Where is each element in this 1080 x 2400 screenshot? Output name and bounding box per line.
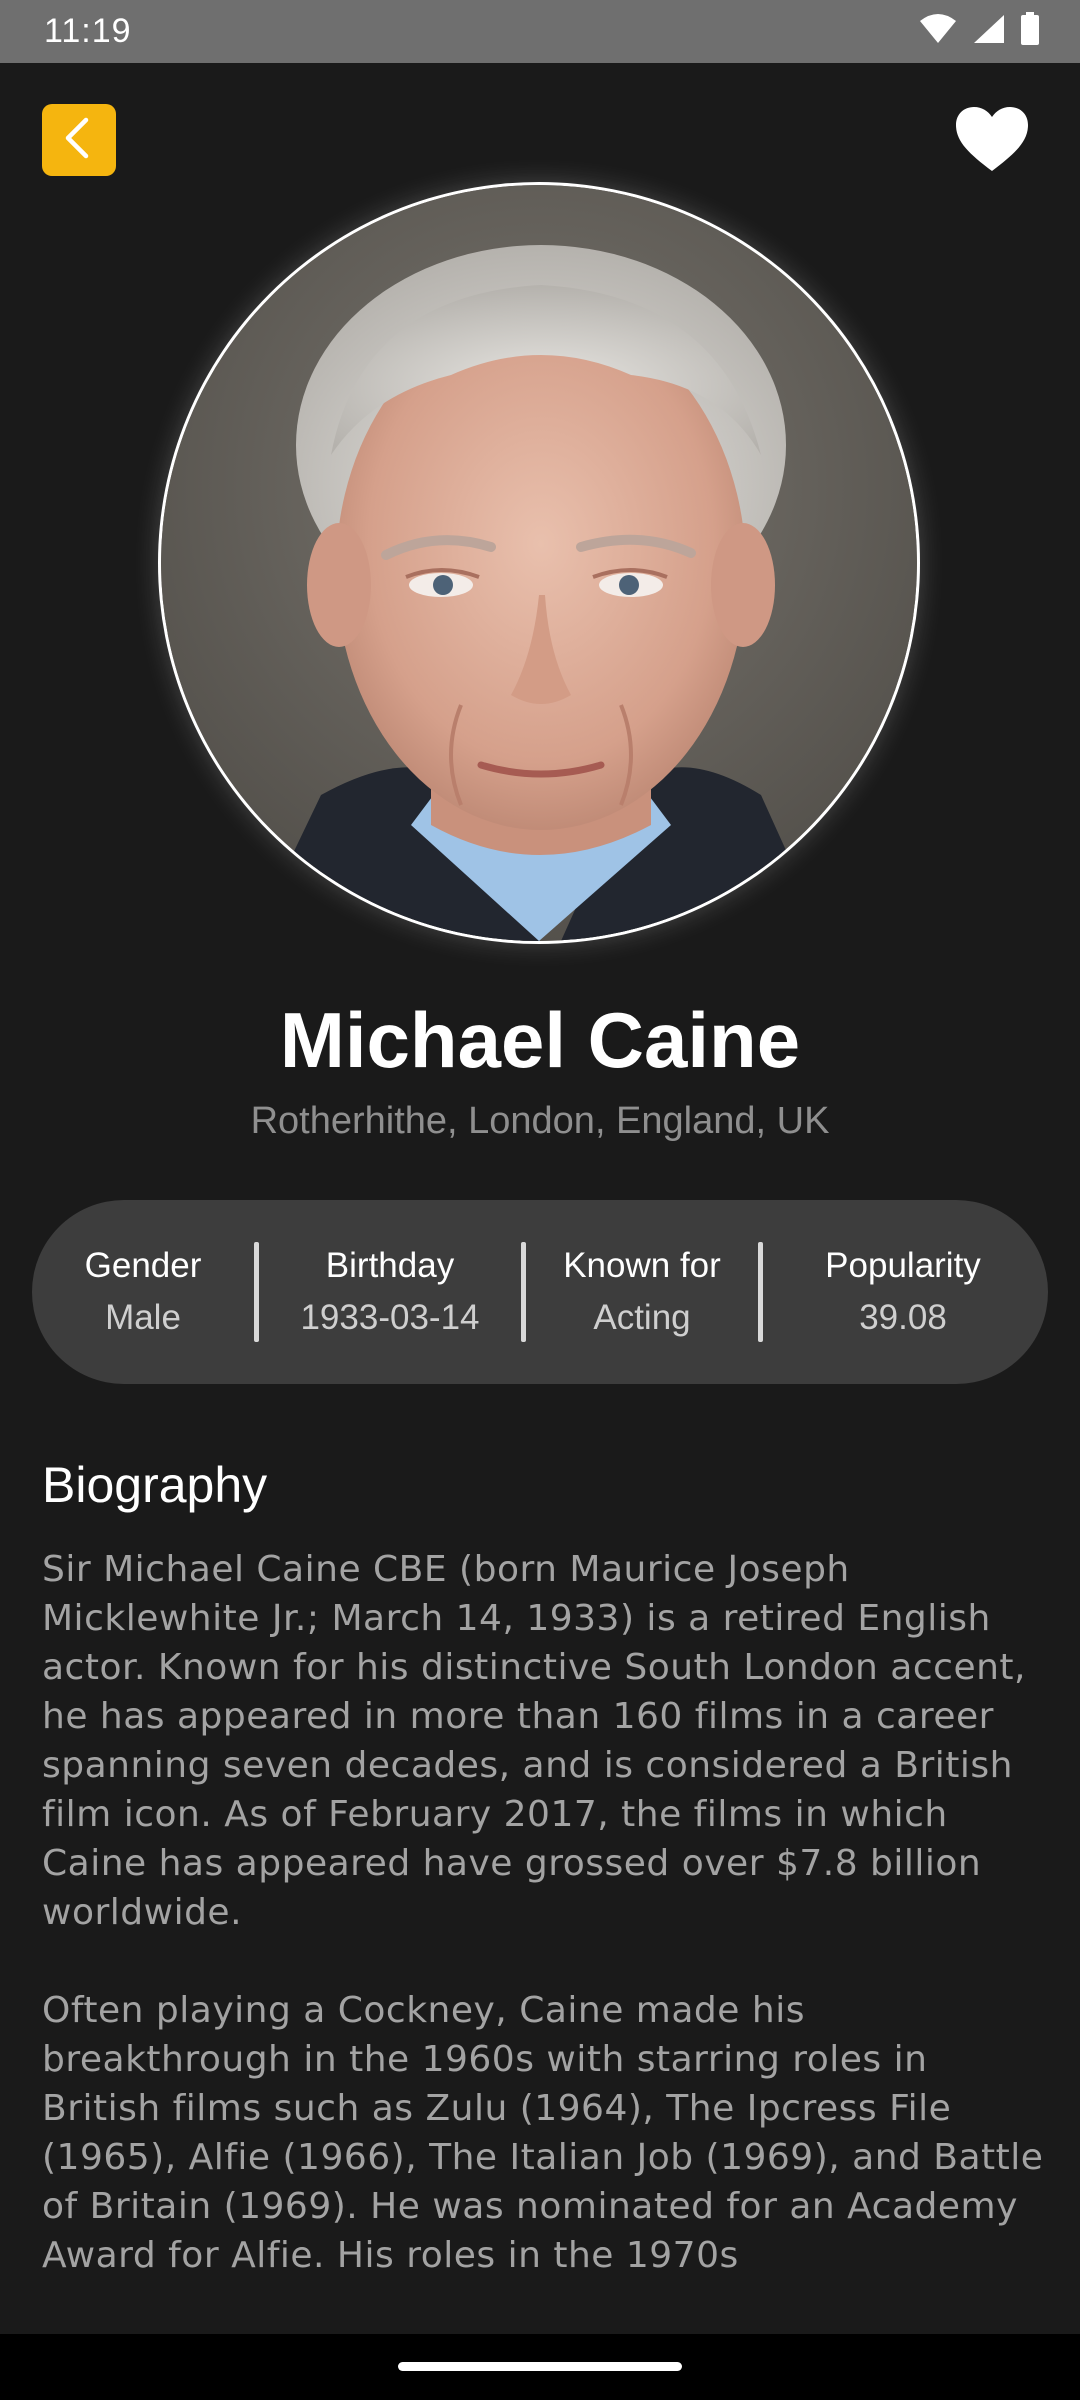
favorite-button[interactable] [950, 102, 1034, 180]
biography-text[interactable]: Sir Michael Caine CBE (born Maurice Jose… [42, 1545, 1052, 2325]
system-nav-bar [0, 2334, 1080, 2400]
signal-icon [972, 13, 1006, 50]
stat-value: Male [105, 1298, 181, 1337]
chevron-left-icon [59, 116, 99, 165]
biography-paragraph: Often playing a Cockney, Caine made his … [42, 1990, 1044, 2276]
status-time: 11:19 [44, 12, 132, 50]
birthplace: Rotherhithe, London, England, UK [250, 1100, 830, 1142]
profile-photo [161, 185, 917, 941]
stat-label: Known for [563, 1246, 721, 1285]
stat-value: 1933-03-14 [300, 1298, 480, 1337]
stat-birthday: Birthday 1933-03-14 [259, 1200, 521, 1384]
stat-value: Acting [593, 1298, 691, 1337]
back-button[interactable] [42, 104, 116, 176]
status-icons [918, 12, 1040, 51]
stat-label: Gender [84, 1246, 202, 1285]
profile-photo-illustration [161, 185, 917, 941]
stat-label: Popularity [825, 1246, 981, 1285]
heart-icon [954, 105, 1030, 178]
stat-value: 39.08 [859, 1298, 947, 1337]
battery-icon [1020, 12, 1040, 51]
stat-known-for: Known for Acting [526, 1200, 758, 1384]
stat-gender: Gender Male [32, 1200, 254, 1384]
stats-bar: Gender Male Birthday 1933-03-14 Known fo… [32, 1200, 1048, 1384]
home-handle[interactable] [398, 2362, 682, 2371]
stat-label: Birthday [325, 1246, 455, 1285]
stat-popularity: Popularity 39.08 [763, 1200, 1043, 1384]
biography-heading: Biography [42, 1457, 268, 1513]
person-name: Michael Caine [279, 996, 801, 1084]
status-bar: 11:19 [0, 0, 1080, 63]
biography-paragraph: Sir Michael Caine CBE (born Maurice Jose… [42, 1549, 1026, 1933]
wifi-icon [918, 13, 958, 50]
